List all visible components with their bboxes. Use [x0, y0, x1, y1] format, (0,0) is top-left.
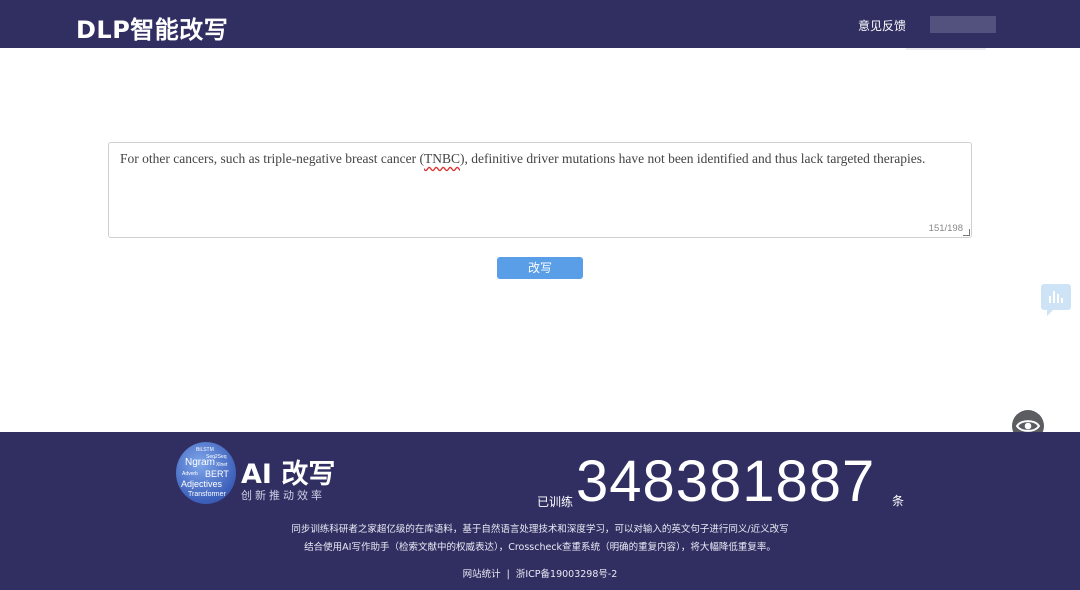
ai-rewrite-subtitle: 创新推动效率 — [241, 489, 325, 502]
rewrite-text-input[interactable]: For other cancers, such as triple-negati… — [108, 142, 972, 238]
ai-rewrite-title: AI 改写 — [241, 459, 336, 490]
chart-bar-icon-part — [1057, 294, 1059, 303]
footer-links: 网站统计 | 浙ICP备19003298号-2 — [0, 566, 1080, 580]
ai-globe-logo: BiLSTM Seq2Seq Ngram Xlnet BERT Adverb A… — [176, 442, 236, 504]
trained-prefix: 已训练 — [537, 495, 574, 509]
footer-separator: | — [506, 569, 510, 580]
trained-count: 348381887 — [576, 449, 876, 514]
chart-bar-icon-part — [1061, 298, 1063, 303]
chart-bar-icon-part — [1053, 291, 1055, 303]
feedback-link[interactable]: 意见反馈 — [858, 17, 906, 34]
top-header: DLP智能改写 意见反馈 — [0, 0, 1080, 48]
char-counter: 151/198 — [928, 223, 963, 234]
resize-handle[interactable] — [963, 229, 970, 236]
user-account-area[interactable] — [930, 16, 996, 33]
footer: BiLSTM Seq2Seq Ngram Xlnet BERT Adverb A… — [0, 432, 1080, 590]
header-divider — [906, 48, 986, 50]
footer-description-line2: 结合使用AI写作助手（检索文献中的权威表达），Crosscheck查重系统（明确… — [304, 542, 776, 553]
site-stats-link[interactable]: 网站统计 — [463, 569, 501, 580]
spellcheck-word: TNBC — [423, 151, 460, 166]
chart-bar-icon-part — [1049, 296, 1051, 303]
stats-chart-icon[interactable] — [1041, 284, 1071, 316]
brand-logo[interactable]: DLP智能改写 — [76, 10, 228, 45]
input-text[interactable]: For other cancers, such as triple-negati… — [120, 150, 960, 168]
footer-description-line1: 同步训练科研者之家超亿级的在库语料，基于自然语言处理技术和深度学习，可以对输入的… — [291, 524, 789, 535]
rewrite-button[interactable]: 改写 — [497, 257, 583, 279]
icp-link[interactable]: 浙ICP备19003298号-2 — [516, 569, 618, 580]
trained-suffix: 条 — [892, 494, 905, 508]
